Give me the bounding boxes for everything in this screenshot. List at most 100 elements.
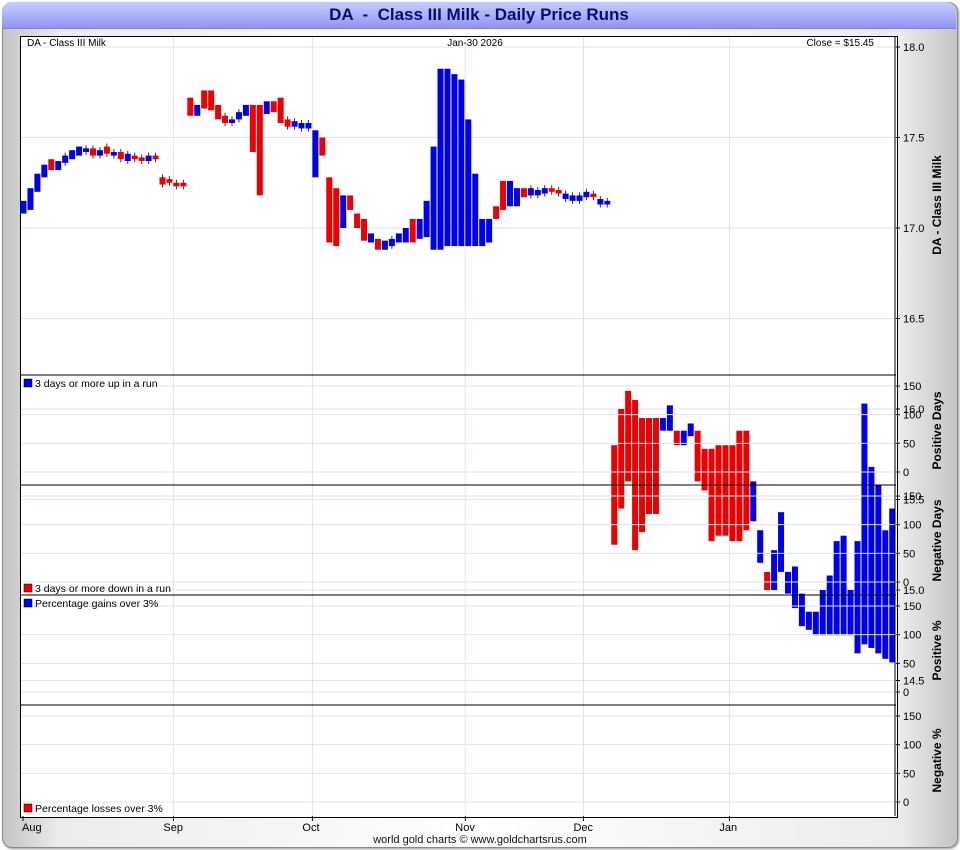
panel-axis-label: Positive % — [930, 620, 944, 680]
x-tick-label: Oct — [302, 822, 319, 834]
price-bar-up — [534, 189, 541, 196]
price-bar-up — [402, 228, 409, 243]
price-bar-down — [639, 418, 646, 533]
price-bar-up — [145, 155, 152, 162]
price-bar-down — [548, 188, 555, 192]
price-bar-up — [69, 150, 76, 160]
price-bar-up — [263, 101, 270, 114]
price-bar-down — [284, 119, 291, 127]
price-bar-down — [347, 195, 354, 210]
price-bar-up — [381, 240, 388, 250]
panel-legend: Percentage gains over 3% — [35, 598, 158, 610]
x-tick-label: Sep — [163, 822, 183, 834]
price-bar-up — [458, 79, 465, 247]
price-bar-down — [701, 448, 708, 491]
price-axis-label: DA - Class III Milk — [930, 155, 944, 255]
price-bar-up — [889, 508, 896, 663]
price-bar-up — [486, 218, 493, 243]
price-bar-up — [312, 130, 319, 178]
price-bar-up — [229, 119, 235, 124]
price-bar-up — [76, 146, 83, 156]
price-bar-down — [117, 151, 124, 160]
price-bar-up — [444, 68, 451, 247]
price-bar-up — [875, 485, 882, 654]
price-bar-up — [778, 512, 785, 572]
price-bar-down — [90, 148, 96, 156]
price-bar-up — [527, 188, 534, 196]
price-bar-down — [270, 101, 277, 113]
price-bar-down — [201, 90, 208, 109]
panel-legend: Percentage losses over 3% — [35, 803, 163, 815]
price-bar-up — [687, 423, 694, 437]
price-bar-up — [465, 119, 472, 247]
price-bar-down — [708, 448, 715, 542]
x-tick-label: Nov — [455, 822, 475, 834]
price-bar-up — [451, 74, 458, 247]
price-bar-up — [597, 199, 604, 205]
price-bar-up — [472, 173, 479, 247]
price-bar-up — [479, 218, 486, 247]
price-bar-up — [395, 233, 402, 243]
price-bar-down — [694, 430, 701, 482]
x-tick-label: Aug — [22, 822, 42, 834]
price-bar-up — [437, 68, 444, 250]
price-bar-down — [319, 137, 326, 156]
price-bar-up — [34, 173, 41, 192]
y-tick-label: 50 — [903, 658, 915, 670]
panel-legend: 3 days or more down in a run — [35, 583, 171, 595]
price-bar-down — [743, 430, 750, 531]
y-tick-label: 100 — [903, 740, 921, 752]
price-bar-up — [847, 590, 854, 636]
price-bar-up — [305, 123, 312, 129]
price-bar-down — [611, 445, 618, 545]
price-bar-up — [659, 418, 666, 431]
price-bar-down — [208, 90, 215, 111]
chart-canvas: 18.017.517.016.516.015.515.014.5DA - Cla… — [20, 37, 944, 834]
price-bar-down — [764, 571, 771, 590]
price-bar-up — [55, 161, 62, 171]
price-bar-up — [791, 566, 798, 609]
price-bar-up — [785, 571, 791, 594]
price-bar-up — [507, 180, 513, 207]
price-bar-down — [652, 418, 659, 514]
price-bar-up — [27, 188, 34, 210]
price-bar-up — [368, 233, 374, 243]
price-bar-up — [291, 121, 298, 127]
y-tick-label: 150 — [903, 711, 921, 723]
price-bar-down — [632, 399, 639, 551]
price-bar-down — [131, 155, 138, 160]
y-tick-label: 150 — [903, 601, 921, 613]
price-bar-up — [757, 530, 764, 563]
y-tick-label: 17.5 — [903, 133, 924, 145]
panel-axis-label: Negative Days — [930, 499, 944, 581]
price-bar-up — [83, 148, 90, 152]
footer-credit: world gold charts © www.goldchartsrus.co… — [373, 834, 587, 846]
price-bar-up — [569, 195, 576, 201]
price-bar-down — [222, 115, 229, 124]
panel-axis-label: Positive Days — [930, 391, 944, 469]
y-tick-label: 150 — [903, 491, 921, 503]
legend-swatch-up — [23, 598, 33, 608]
y-tick-label: 0 — [903, 577, 909, 589]
price-bar-up — [388, 238, 395, 247]
price-bar-down — [729, 445, 736, 542]
price-bar-up — [62, 155, 69, 163]
panel-legend: 3 days or more up in a run — [35, 378, 158, 390]
price-bar-up — [340, 195, 347, 228]
price-bar-up — [562, 193, 569, 200]
price-bar-up — [194, 104, 201, 116]
price-bar-up — [298, 123, 305, 129]
price-bar-up — [416, 218, 423, 239]
price-bar-down — [159, 177, 166, 185]
y-tick-label: 0 — [903, 687, 909, 699]
price-bar-down — [249, 104, 256, 152]
price-bar-down — [500, 180, 507, 210]
price-bar-down — [354, 213, 361, 228]
price-bar-up — [583, 191, 590, 198]
price-bar-up — [96, 150, 103, 156]
chart-date-label: Jan-30 2026 — [447, 38, 503, 49]
price-bar-down — [618, 409, 625, 509]
price-bar-up — [771, 550, 778, 590]
price-bar-up — [861, 403, 868, 645]
price-bar-down — [520, 188, 527, 198]
